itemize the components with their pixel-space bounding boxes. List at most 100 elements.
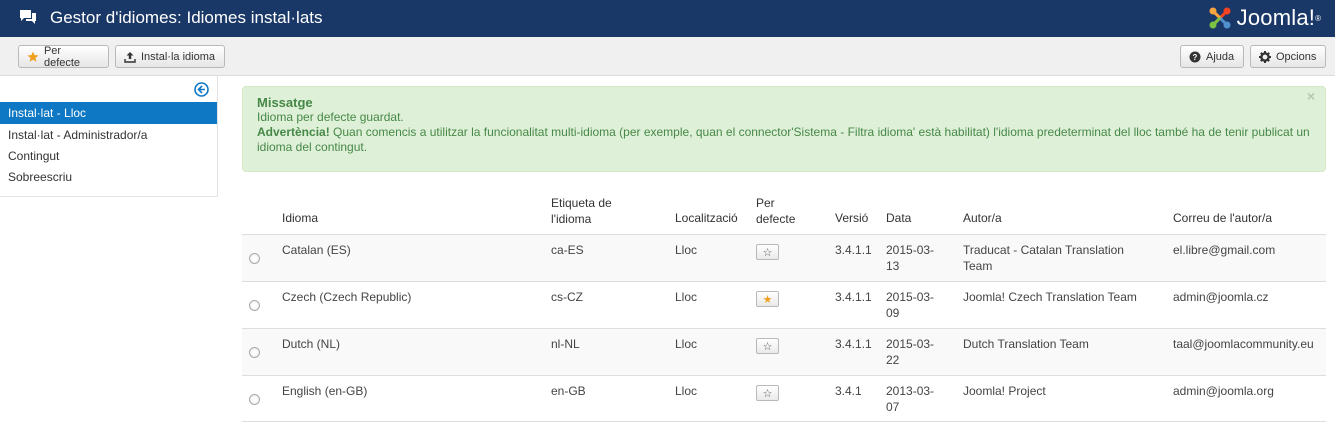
collapse-sidebar-icon[interactable] — [194, 82, 209, 97]
default-language-indicator[interactable]: ★ — [756, 291, 779, 307]
table-row: Czech (Czech Republic) cs-CZ Lloc ★ 3.4.… — [242, 281, 1326, 328]
cell-date-line1: 2015-03- — [886, 290, 935, 304]
cell-version: 3.4.1.1 — [835, 290, 872, 304]
app-header: Gestor d'idiomes: Idiomes instal·lats Jo… — [0, 0, 1335, 37]
set-default-button[interactable]: ☆ — [756, 385, 779, 401]
gear-icon — [1259, 50, 1271, 63]
cell-location: Lloc — [675, 384, 698, 398]
page-title: Gestor d'idiomes: Idiomes instal·lats — [50, 8, 323, 27]
sidebar-item-installed-site[interactable]: Instal·lat - Lloc — [0, 102, 217, 124]
star-icon — [27, 51, 39, 62]
cell-date-line2: 22 — [886, 353, 900, 367]
cell-date: 2015-03- 13 — [886, 242, 934, 274]
star-outline-icon: ☆ — [762, 340, 773, 353]
upload-icon — [124, 51, 136, 63]
options-label: Opcions — [1276, 50, 1317, 63]
star-outline-icon: ☆ — [762, 387, 773, 400]
comments-icon — [20, 10, 36, 24]
joomla-logo-icon — [1209, 7, 1231, 29]
joomla-logo: Joomla! ® — [1206, 3, 1321, 33]
cell-date-line2: 07 — [886, 400, 900, 414]
default-button[interactable]: Per defecte — [18, 44, 109, 69]
header-author[interactable]: Autor/a — [963, 210, 1002, 226]
question-icon: ? — [1189, 51, 1201, 62]
alert-warning: Advertència! Quan comencis a utilitzar l… — [257, 125, 1311, 155]
row-select-radio[interactable] — [249, 347, 260, 358]
table-row: Dutch (NL) nl-NL Lloc ☆ 3.4.1.1 2015-03-… — [242, 328, 1326, 375]
cell-location: Lloc — [675, 290, 698, 304]
cell-tag: ca-ES — [551, 243, 584, 257]
alert-warning-label: Advertència! — [257, 125, 330, 139]
cell-author-line1: Dutch Translation Team — [963, 337, 1089, 351]
cell-tag: en-GB — [551, 384, 586, 398]
row-select-radio[interactable] — [249, 300, 260, 311]
cell-author-line1: Joomla! Project — [963, 384, 1046, 398]
cell-author-line2: Team — [963, 259, 993, 273]
header-language-tag-line2: l'idioma — [551, 212, 592, 226]
cell-version: 3.4.1.1 — [835, 243, 872, 257]
sidebar-item-content[interactable]: Contingut — [0, 145, 217, 167]
cell-email: admin@joomla.org — [1173, 384, 1274, 398]
header-default[interactable]: Per defecte — [756, 195, 795, 227]
cell-author-line1: Joomla! Czech Translation Team — [963, 290, 1137, 304]
cell-author: Joomla! Czech Translation Team — [963, 289, 1137, 305]
cell-tag: nl-NL — [551, 337, 580, 351]
options-button[interactable]: Opcions — [1250, 45, 1326, 68]
header-default-line2: defecte — [756, 212, 796, 226]
header-location[interactable]: Localització — [675, 210, 738, 226]
table-row: Catalan (ES) ca-ES Lloc ☆ 3.4.1.1 2015-0… — [242, 234, 1326, 281]
cell-author: Joomla! Project — [963, 383, 1046, 399]
cell-date-line2: 09 — [886, 306, 900, 320]
cell-date: 2015-03- 22 — [886, 336, 934, 368]
success-alert: × Missatge Idioma per defecte guardat. A… — [242, 86, 1326, 172]
cell-date-line1: 2015-03- — [886, 337, 935, 351]
sidebar-item-installed-admin[interactable]: Instal·lat - Administrador/a — [0, 124, 217, 146]
brand-name: Joomla! — [1236, 5, 1316, 30]
cell-language: Catalan (ES) — [282, 243, 351, 257]
cell-email: taal@joomlacommunity.eu — [1173, 337, 1314, 351]
cell-date-line1: 2015-03- — [886, 243, 935, 257]
set-default-button[interactable]: ☆ — [756, 338, 779, 354]
cell-version: 3.4.1.1 — [835, 337, 872, 351]
cell-date-line2: 13 — [886, 259, 900, 273]
cell-email: el.libre@gmail.com — [1173, 243, 1276, 257]
cell-author: Dutch Translation Team — [963, 336, 1089, 352]
star-outline-icon: ☆ — [762, 246, 773, 259]
cell-language: English (en-GB) — [282, 384, 368, 398]
alert-message: Idioma per defecte guardat. — [257, 110, 404, 124]
star-filled-icon: ★ — [762, 293, 773, 306]
sidebar: Instal·lat - Lloc Instal·lat - Administr… — [0, 76, 218, 197]
cell-location: Lloc — [675, 243, 698, 257]
help-label: Ajuda — [1206, 50, 1235, 63]
header-language-tag[interactable]: Etiqueta de l'idioma — [551, 195, 612, 227]
cell-date: 2013-03- 07 — [886, 383, 934, 415]
cell-date: 2015-03- 09 — [886, 289, 934, 321]
cell-author-line1: Traducat - Catalan Translation — [963, 243, 1124, 257]
row-select-radio[interactable] — [249, 394, 260, 405]
cell-email: admin@joomla.cz — [1173, 290, 1269, 304]
toolbar: Per defecte Instal·la idioma ? Ajuda Opc… — [0, 37, 1335, 76]
cell-language: Czech (Czech Republic) — [282, 290, 412, 304]
cell-tag: cs-CZ — [551, 290, 583, 304]
install-language-button[interactable]: Instal·la idioma — [115, 45, 225, 68]
table-row: English (en-GB) en-GB Lloc ☆ 3.4.1 2013-… — [242, 375, 1326, 422]
header-language-tag-line1: Etiqueta de — [551, 196, 612, 210]
header-version[interactable]: Versió — [835, 210, 868, 226]
sidebar-item-overrides[interactable]: Sobreescriu — [0, 166, 217, 188]
install-language-label: Instal·la idioma — [141, 50, 215, 63]
svg-text:?: ? — [1193, 53, 1198, 62]
header-date[interactable]: Data — [886, 210, 911, 226]
cell-language: Dutch (NL) — [282, 337, 341, 351]
header-language[interactable]: Idioma — [282, 210, 318, 226]
alert-title: Missatge — [257, 95, 313, 110]
brand-registered: ® — [1315, 13, 1321, 23]
cell-version: 3.4.1 — [835, 384, 862, 398]
default-button-label: Per defecte — [43, 44, 81, 69]
close-alert-button[interactable]: × — [1307, 89, 1315, 104]
header-author-email[interactable]: Correu de l'autor/a — [1173, 210, 1272, 226]
header-default-line1: Per — [756, 196, 775, 210]
cell-author: Traducat - Catalan Translation Team — [963, 242, 1124, 274]
row-select-radio[interactable] — [249, 253, 260, 264]
help-button[interactable]: ? Ajuda — [1180, 45, 1244, 68]
set-default-button[interactable]: ☆ — [756, 244, 779, 260]
